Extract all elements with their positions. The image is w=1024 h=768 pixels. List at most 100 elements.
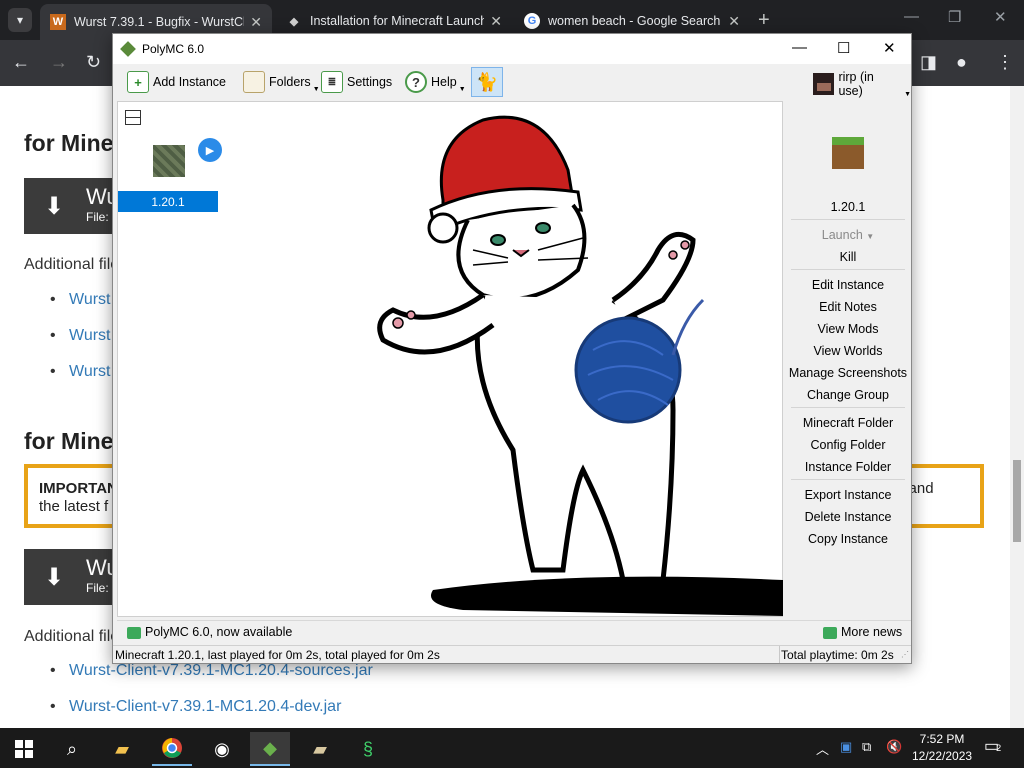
menu-icon[interactable]: ⋮ <box>996 52 1014 73</box>
cat-toggle-button[interactable]: 🐈 <box>471 67 503 97</box>
file-link[interactable]: Wurst <box>50 291 110 309</box>
close-tab-icon[interactable]: ✕ <box>490 13 502 30</box>
status-bar: Minecraft 1.20.1, last played for 0m 2s,… <box>113 645 911 663</box>
app-s-icon[interactable]: § <box>348 732 388 766</box>
windows-taskbar: ⌕ ▰ ◉ ◆ ▰ § ︿ ▣ ⧉ 🔇 7:52 PM 12/22/2023 ▭… <box>0 728 1024 768</box>
browser-tab-google[interactable]: G women beach - Google Search ✕ <box>514 6 750 36</box>
edit-instance-button[interactable]: Edit Instance <box>787 278 909 292</box>
ticket-app-icon[interactable]: ▰ <box>300 732 340 766</box>
minimize-icon[interactable]: — <box>792 39 807 56</box>
download-button[interactable]: ⬇ Wu File: <box>24 178 119 234</box>
config-folder-button[interactable]: Config Folder <box>787 438 909 452</box>
reload-icon[interactable]: ↻ <box>86 52 101 73</box>
view-mods-button[interactable]: View Mods <box>787 322 909 336</box>
instance-view[interactable]: ▶ 1.20.1 <box>117 101 783 617</box>
chrome-icon[interactable] <box>152 732 192 766</box>
resize-grip-icon[interactable]: ⋰ <box>901 650 909 659</box>
page-scrollbar[interactable] <box>1010 86 1024 728</box>
minimize-icon[interactable]: — <box>904 8 919 25</box>
clock[interactable]: 7:52 PM 12/22/2023 <box>912 731 972 765</box>
file-link[interactable]: Wurst-Client-v7.39.1-MC1.20.4-dev.jar <box>50 698 341 716</box>
instance-name: 1.20.1 <box>830 200 866 214</box>
download-icon: ⬇ <box>44 564 65 591</box>
delete-instance-button[interactable]: Delete Instance <box>787 510 909 524</box>
manage-screenshots-button[interactable]: Manage Screenshots <box>787 366 909 380</box>
dropdown-arrow-icon: ▼ <box>904 91 911 98</box>
tray-overflow-icon[interactable]: ︿ <box>816 739 829 758</box>
windows-start-icon[interactable] <box>4 732 44 766</box>
volume-muted-icon[interactable]: 🔇 <box>886 739 902 755</box>
clock-date: 12/22/2023 <box>912 749 973 763</box>
download-file-label: File: <box>86 581 109 595</box>
total-playtime: Total playtime: 0m 2s <box>781 648 894 662</box>
download-file-label: File: <box>86 210 109 224</box>
news-item[interactable]: PolyMC 6.0, now available <box>127 625 292 639</box>
notification-count: 2 <box>996 743 1002 753</box>
close-tab-icon[interactable]: ✕ <box>728 13 740 30</box>
instance-icon[interactable] <box>153 145 185 177</box>
button-label: Launch <box>821 228 863 242</box>
instance-label[interactable]: 1.20.1 <box>118 191 218 212</box>
back-icon[interactable]: ← <box>12 52 30 73</box>
instance-folder-button[interactable]: Instance Folder <box>787 460 909 474</box>
scrollbar-thumb[interactable] <box>1013 460 1021 542</box>
clock-time: 7:52 PM <box>919 732 965 746</box>
file-link[interactable]: Wurst <box>50 327 110 345</box>
more-news-button[interactable]: More news <box>823 625 902 639</box>
forward-icon[interactable]: → <box>50 52 68 73</box>
change-group-button[interactable]: Change Group <box>787 388 909 402</box>
close-window-icon[interactable]: ✕ <box>994 8 1007 26</box>
polymc-taskbar-icon[interactable]: ◆ <box>250 732 290 766</box>
tab-title: women beach - Google Search <box>548 14 721 28</box>
close-tab-icon[interactable]: ✕ <box>250 14 262 31</box>
search-icon[interactable]: ⌕ <box>52 732 92 766</box>
news-icon <box>823 626 837 639</box>
tray-app-icon[interactable]: ▣ <box>840 739 852 755</box>
separator <box>779 646 780 663</box>
minecraft-folder-button[interactable]: Minecraft Folder <box>787 416 909 430</box>
file-link[interactable]: Wurst-Client-v7.39.1-MC1.20.4-sources.ja… <box>50 662 373 680</box>
folders-button[interactable]: Folders ▼ <box>243 68 320 96</box>
add-icon: + <box>127 71 149 93</box>
window-title: PolyMC 6.0 <box>142 42 205 56</box>
notifications-button[interactable]: ▭2 <box>984 736 1001 756</box>
restore-icon[interactable]: ❐ <box>948 8 961 26</box>
separator <box>791 407 905 408</box>
profile-icon[interactable]: ● <box>956 52 967 73</box>
view-worlds-button[interactable]: View Worlds <box>787 344 909 358</box>
avatar <box>813 73 835 95</box>
button-label: Add Instance <box>153 75 226 89</box>
new-tab-button[interactable]: + <box>758 9 770 32</box>
news-icon <box>127 626 141 639</box>
account-selector[interactable]: rirp (in use) ▼ <box>813 70 911 98</box>
copy-instance-button[interactable]: Copy Instance <box>787 532 909 546</box>
cat-icon: 🐈 <box>475 71 499 92</box>
close-icon[interactable]: ✕ <box>883 39 896 57</box>
launch-button[interactable]: Launch ▼ <box>787 228 909 242</box>
steam-icon[interactable]: ◉ <box>202 732 242 766</box>
play-icon[interactable]: ▶ <box>198 138 222 162</box>
kill-button[interactable]: Kill <box>787 250 909 264</box>
export-instance-button[interactable]: Export Instance <box>787 488 909 502</box>
file-explorer-icon[interactable]: ▰ <box>102 732 142 766</box>
group-collapse-icon[interactable] <box>125 110 141 125</box>
google-favicon-icon: G <box>524 13 540 29</box>
help-icon: ? <box>405 71 427 93</box>
side-panel-icon[interactable]: ◨ <box>920 52 937 73</box>
polymc-titlebar: PolyMC 6.0 — ☐ ✕ <box>113 34 911 64</box>
file-link[interactable]: Wurst <box>50 363 110 381</box>
maximize-icon[interactable]: ☐ <box>837 39 850 57</box>
network-icon[interactable]: ⧉ <box>862 739 871 755</box>
help-button[interactable]: ? Help ▼ <box>405 68 466 96</box>
button-label: Folders <box>269 75 311 89</box>
add-instance-button[interactable]: + Add Instance <box>127 68 226 96</box>
polymc-toolbar: + Add Instance Folders ▼ ≣ Settings ? He… <box>113 65 911 99</box>
dropdown-arrow-icon: ▼ <box>458 86 466 93</box>
download-button[interactable]: ⬇ Wu File: <box>24 549 119 605</box>
browser-tab-installation[interactable]: ◆ Installation for Minecraft Launcher ✕ <box>276 6 512 36</box>
settings-button[interactable]: ≣ Settings <box>321 68 392 96</box>
tab-search-button[interactable]: ▾ <box>8 8 32 32</box>
status-text: Minecraft 1.20.1, last played for 0m 2s,… <box>115 648 440 662</box>
edit-notes-button[interactable]: Edit Notes <box>787 300 909 314</box>
separator <box>791 479 905 480</box>
